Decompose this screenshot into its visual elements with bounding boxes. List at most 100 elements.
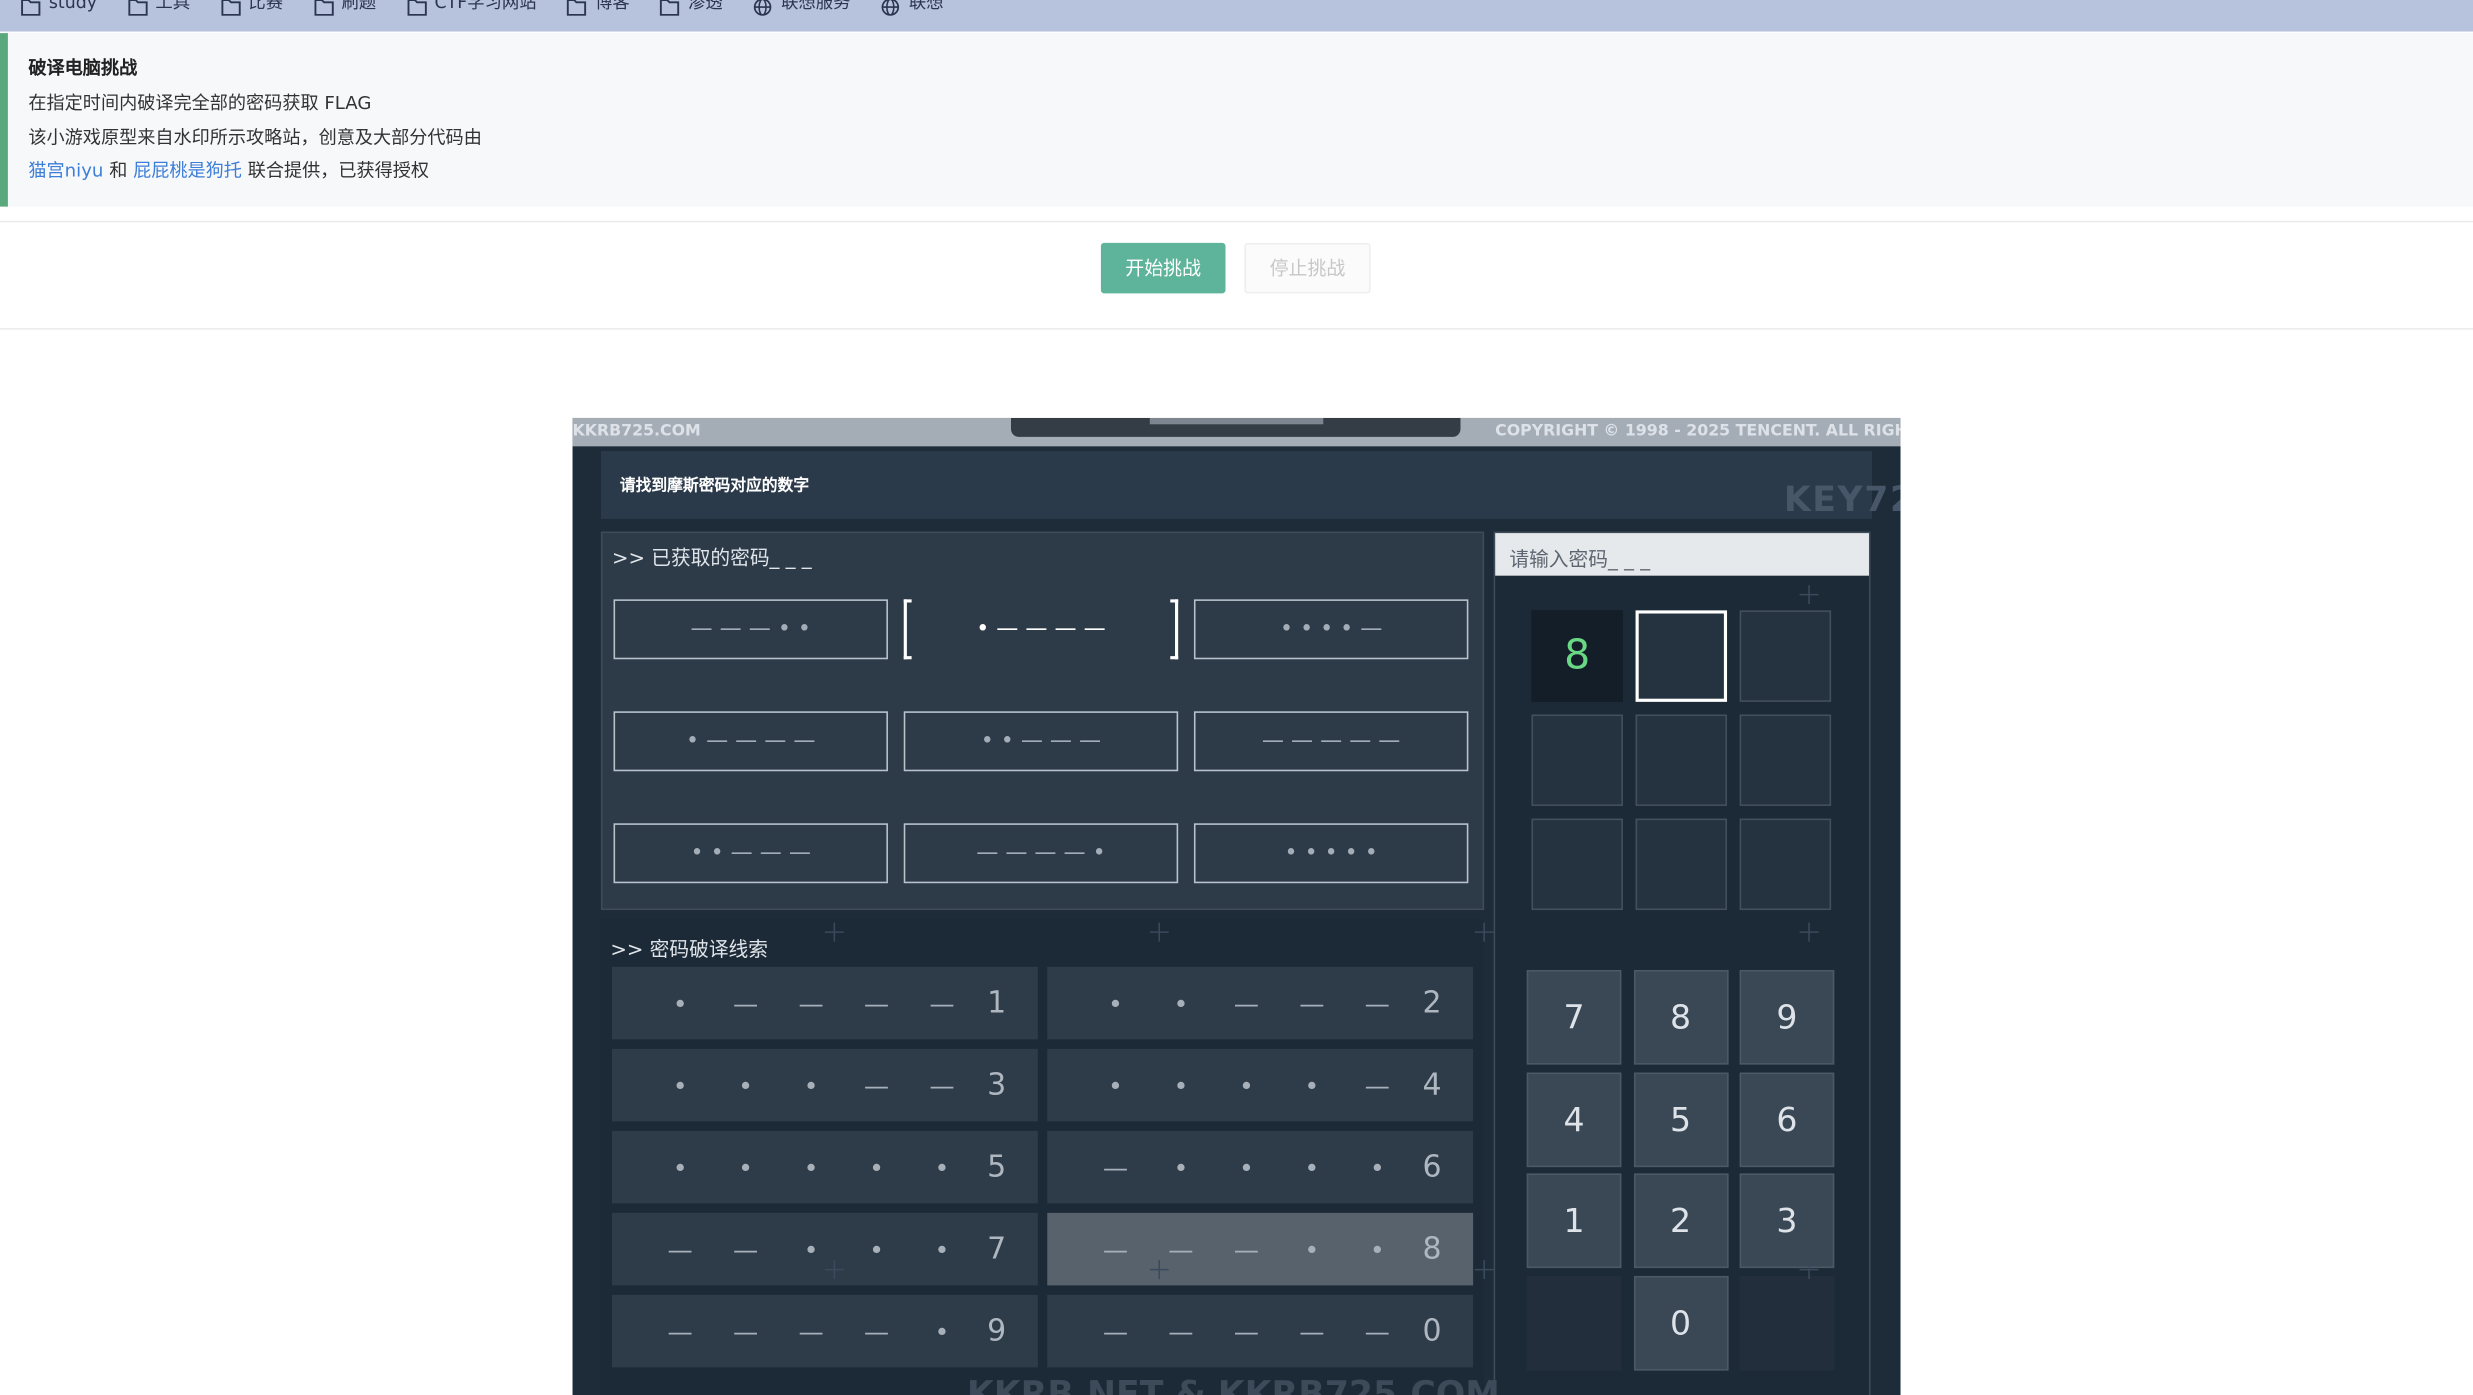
morse-dot: • — [672, 988, 688, 1019]
obtained-code-1: • — — — — — [903, 599, 1179, 660]
folder-icon — [406, 0, 427, 15]
drag-handle — [1010, 417, 1461, 437]
morse-dot: • — [1108, 988, 1123, 1019]
morse-code: • — — — — — [976, 616, 1106, 642]
password-slot — [1635, 610, 1728, 702]
morse-dash: — — [1364, 1070, 1390, 1101]
bookmark-2[interactable]: 比赛 — [220, 0, 283, 16]
hint-row: — — — • • 8 — [1047, 1212, 1474, 1286]
keypad-key-6[interactable]: 6 — [1739, 1071, 1835, 1167]
hint-row: • • — — — 2 — [1047, 966, 1474, 1040]
author-link-1[interactable]: 猫宫niyu — [28, 159, 103, 181]
password-slot — [1739, 610, 1832, 702]
morse-dash: — — [863, 988, 890, 1019]
keypad-blank — [1739, 1275, 1835, 1370]
hint-row: • • • • — 4 — [1047, 1048, 1474, 1122]
morse-dot: • — [869, 1152, 884, 1183]
hint-row: • • • • • 5 — [611, 1130, 1038, 1204]
bookmark-label: 联想 — [908, 0, 944, 13]
morse-code: • • — — — — [690, 840, 811, 866]
hint-digit: 7 — [987, 1231, 1007, 1267]
morse-dash: — — [929, 1070, 955, 1101]
bookmark-4[interactable]: CTF学习网站 — [406, 0, 537, 16]
keypad-key-9[interactable]: 9 — [1739, 969, 1835, 1065]
morse-dash: — — [863, 1070, 890, 1101]
keypad-key-1[interactable]: 1 — [1526, 1173, 1622, 1269]
password-field[interactable]: 请输入密码_ _ _ — [1495, 533, 1869, 576]
challenge-intro: 破译电脑挑战 在指定时间内破译完全部的密码获取 FLAG 该小游戏原型来自水印所… — [0, 33, 2473, 207]
morse-dot: • — [1304, 1070, 1320, 1101]
keypad-key-5[interactable]: 5 — [1633, 1071, 1728, 1167]
game-top-strip: KKRB725.COM COPYRIGHT © 1998 - 2025 TENC… — [572, 417, 1901, 447]
bookmark-0[interactable]: study — [21, 0, 98, 16]
morse-dot: • — [803, 1152, 819, 1183]
obtained-codes-title: >> 已获取的密码_ _ _ — [611, 545, 812, 570]
morse-dash: — — [1299, 988, 1325, 1019]
morse-dash: — — [1168, 1316, 1194, 1347]
keypad-key-4[interactable]: 4 — [1526, 1071, 1622, 1167]
password-slot — [1739, 714, 1832, 806]
morse-dot: • — [1173, 1152, 1189, 1183]
morse-dot: • — [672, 1152, 688, 1183]
morse-dot: • — [869, 1234, 884, 1265]
author-link-2[interactable]: 屁屁桃是狗托 — [133, 159, 242, 181]
watermark-key: KEY725 — [1783, 481, 1901, 521]
morse-dash: — — [1233, 1316, 1259, 1347]
folder-icon — [313, 0, 333, 15]
folder-icon — [567, 0, 587, 15]
morse-code: — — — • • — [690, 616, 811, 642]
intro-line-3-tail: 联合提供，已获得授权 — [247, 159, 430, 182]
bookmarks-bar: study 工具 比赛 刷题 CTF学习网站 博客 渗透 联想服务 联想 — [0, 0, 2473, 32]
bookmark-3[interactable]: 刷题 — [313, 0, 376, 16]
morse-dot: • — [1369, 1152, 1385, 1183]
morse-dash: — — [1168, 1234, 1194, 1265]
hint-digit: 4 — [1422, 1067, 1442, 1103]
and-text: 和 — [109, 159, 128, 182]
morse-dot: • — [1304, 1234, 1320, 1265]
hint-digit: 5 — [987, 1149, 1007, 1185]
prompt-text: 请找到摩斯密码对应的数字 — [619, 477, 810, 496]
morse-code: • • — — — — [980, 728, 1102, 754]
morse-dot: • — [1173, 1070, 1189, 1101]
hint-digit: 3 — [987, 1067, 1007, 1103]
obtained-code-0: — — — • • — [613, 599, 888, 660]
start-challenge-button[interactable]: 开始挑战 — [1100, 242, 1226, 294]
bookmark-7[interactable]: 联想服务 — [753, 0, 851, 16]
hint-digit: 0 — [1422, 1313, 1442, 1349]
challenge-title: 破译电脑挑战 — [28, 56, 138, 79]
bookmark-8[interactable]: 联想 — [880, 0, 944, 16]
morse-dash: — — [733, 1234, 759, 1265]
morse-dot: • — [1238, 1070, 1254, 1101]
bookmark-label: study — [48, 0, 98, 13]
password-slot — [1531, 818, 1623, 911]
morse-dot: • — [1108, 1070, 1123, 1101]
password-slot — [1635, 818, 1728, 911]
bookmark-label: 刷题 — [341, 0, 377, 13]
keypad-key-8[interactable]: 8 — [1633, 969, 1728, 1065]
morse-dash: — — [1102, 1316, 1129, 1347]
hint-digit: 2 — [1422, 985, 1442, 1021]
keypad-key-7[interactable]: 7 — [1526, 969, 1622, 1065]
divider — [0, 220, 2473, 223]
hint-row: • • • — — 3 — [611, 1048, 1038, 1122]
bookmark-1[interactable]: 工具 — [127, 0, 190, 16]
hints-panel: >> 密码破译线索 • — — — — 1 • • — — — 2 • • • — — 3 • • • • — 4 • • • • • 5… — [600, 919, 1485, 1395]
morse-code: • • • • • — [1284, 840, 1378, 866]
morse-dash: — — [1102, 1234, 1129, 1265]
hint-row: — — — — • 9 — [611, 1294, 1038, 1368]
obtained-code-5: — — — — — — [1193, 711, 1469, 772]
password-slot — [1739, 818, 1832, 911]
bookmark-label: 博客 — [594, 0, 630, 13]
bookmark-label: 工具 — [155, 0, 191, 13]
folder-icon — [21, 0, 41, 15]
morse-dot: • — [1173, 988, 1189, 1019]
bookmark-label: CTF学习网站 — [434, 0, 537, 13]
stop-challenge-button[interactable]: 停止挑战 — [1244, 242, 1371, 294]
keypad-key-3[interactable]: 3 — [1739, 1173, 1835, 1269]
keypad-key-2[interactable]: 2 — [1633, 1173, 1728, 1269]
keypad-key-0[interactable]: 0 — [1633, 1275, 1728, 1370]
bookmark-5[interactable]: 博客 — [567, 0, 630, 16]
obtained-code-4: • • — — — — [903, 711, 1179, 772]
bookmark-6[interactable]: 渗透 — [660, 0, 723, 16]
morse-dash: — — [1299, 1316, 1325, 1347]
